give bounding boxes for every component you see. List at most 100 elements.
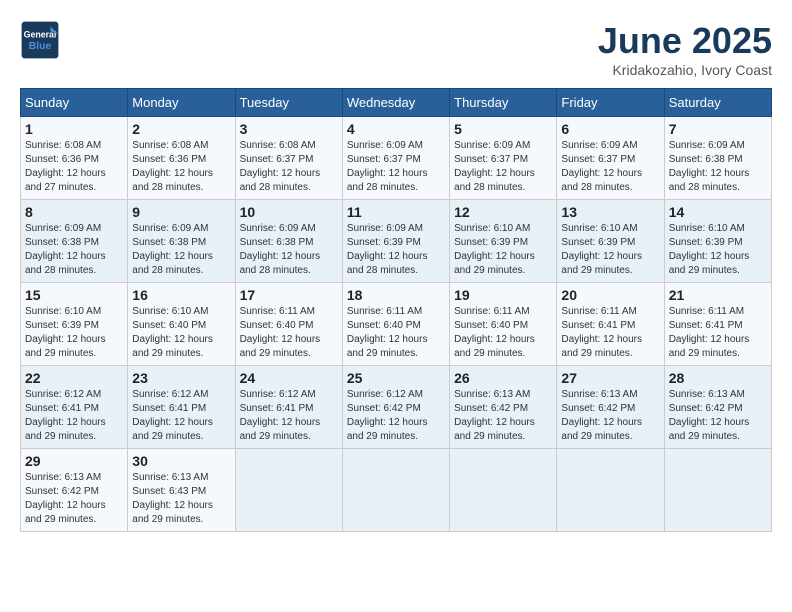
- column-header-friday: Friday: [557, 89, 664, 117]
- day-detail: Sunrise: 6:11 AM Sunset: 6:40 PM Dayligh…: [454, 305, 552, 361]
- day-number: 15: [25, 287, 123, 303]
- column-header-sunday: Sunday: [21, 89, 128, 117]
- day-number: 22: [25, 370, 123, 386]
- calendar-cell: 21 Sunrise: 6:11 AM Sunset: 6:41 PM Dayl…: [664, 283, 771, 366]
- calendar-cell: 10 Sunrise: 6:09 AM Sunset: 6:38 PM Dayl…: [235, 200, 342, 283]
- title-area: June 2025 Kridakozahio, Ivory Coast: [598, 20, 772, 78]
- calendar-cell: 8 Sunrise: 6:09 AM Sunset: 6:38 PM Dayli…: [21, 200, 128, 283]
- calendar-cell: 5 Sunrise: 6:09 AM Sunset: 6:37 PM Dayli…: [450, 117, 557, 200]
- day-detail: Sunrise: 6:08 AM Sunset: 6:36 PM Dayligh…: [25, 139, 123, 195]
- day-number: 13: [561, 204, 659, 220]
- day-number: 11: [347, 204, 445, 220]
- day-detail: Sunrise: 6:10 AM Sunset: 6:39 PM Dayligh…: [669, 222, 767, 278]
- calendar-week-2: 8 Sunrise: 6:09 AM Sunset: 6:38 PM Dayli…: [21, 200, 772, 283]
- calendar-cell: 30 Sunrise: 6:13 AM Sunset: 6:43 PM Dayl…: [128, 449, 235, 532]
- day-number: 12: [454, 204, 552, 220]
- day-detail: Sunrise: 6:09 AM Sunset: 6:38 PM Dayligh…: [669, 139, 767, 195]
- day-detail: Sunrise: 6:11 AM Sunset: 6:40 PM Dayligh…: [347, 305, 445, 361]
- header-row: SundayMondayTuesdayWednesdayThursdayFrid…: [21, 89, 772, 117]
- calendar-cell: [664, 449, 771, 532]
- day-number: 28: [669, 370, 767, 386]
- day-detail: Sunrise: 6:13 AM Sunset: 6:42 PM Dayligh…: [669, 388, 767, 444]
- day-detail: Sunrise: 6:09 AM Sunset: 6:38 PM Dayligh…: [240, 222, 338, 278]
- day-detail: Sunrise: 6:13 AM Sunset: 6:42 PM Dayligh…: [561, 388, 659, 444]
- header: General Blue June 2025 Kridakozahio, Ivo…: [20, 20, 772, 78]
- calendar-week-4: 22 Sunrise: 6:12 AM Sunset: 6:41 PM Dayl…: [21, 366, 772, 449]
- calendar-cell: 23 Sunrise: 6:12 AM Sunset: 6:41 PM Dayl…: [128, 366, 235, 449]
- day-detail: Sunrise: 6:12 AM Sunset: 6:41 PM Dayligh…: [25, 388, 123, 444]
- calendar-cell: 27 Sunrise: 6:13 AM Sunset: 6:42 PM Dayl…: [557, 366, 664, 449]
- day-number: 21: [669, 287, 767, 303]
- calendar-cell: [450, 449, 557, 532]
- column-header-wednesday: Wednesday: [342, 89, 449, 117]
- calendar-cell: 4 Sunrise: 6:09 AM Sunset: 6:37 PM Dayli…: [342, 117, 449, 200]
- day-detail: Sunrise: 6:13 AM Sunset: 6:42 PM Dayligh…: [25, 471, 123, 527]
- calendar-cell: 12 Sunrise: 6:10 AM Sunset: 6:39 PM Dayl…: [450, 200, 557, 283]
- calendar-cell: 6 Sunrise: 6:09 AM Sunset: 6:37 PM Dayli…: [557, 117, 664, 200]
- calendar-cell: 28 Sunrise: 6:13 AM Sunset: 6:42 PM Dayl…: [664, 366, 771, 449]
- calendar-cell: 13 Sunrise: 6:10 AM Sunset: 6:39 PM Dayl…: [557, 200, 664, 283]
- day-detail: Sunrise: 6:09 AM Sunset: 6:38 PM Dayligh…: [132, 222, 230, 278]
- calendar-cell: 18 Sunrise: 6:11 AM Sunset: 6:40 PM Dayl…: [342, 283, 449, 366]
- day-number: 19: [454, 287, 552, 303]
- day-detail: Sunrise: 6:12 AM Sunset: 6:41 PM Dayligh…: [132, 388, 230, 444]
- day-number: 9: [132, 204, 230, 220]
- day-detail: Sunrise: 6:09 AM Sunset: 6:37 PM Dayligh…: [561, 139, 659, 195]
- day-number: 20: [561, 287, 659, 303]
- day-number: 23: [132, 370, 230, 386]
- day-number: 10: [240, 204, 338, 220]
- day-number: 4: [347, 121, 445, 137]
- calendar-cell: 25 Sunrise: 6:12 AM Sunset: 6:42 PM Dayl…: [342, 366, 449, 449]
- column-header-thursday: Thursday: [450, 89, 557, 117]
- calendar-cell: 16 Sunrise: 6:10 AM Sunset: 6:40 PM Dayl…: [128, 283, 235, 366]
- calendar-cell: 14 Sunrise: 6:10 AM Sunset: 6:39 PM Dayl…: [664, 200, 771, 283]
- day-detail: Sunrise: 6:09 AM Sunset: 6:38 PM Dayligh…: [25, 222, 123, 278]
- day-number: 17: [240, 287, 338, 303]
- calendar-title: June 2025: [598, 20, 772, 62]
- day-number: 29: [25, 453, 123, 469]
- column-header-monday: Monday: [128, 89, 235, 117]
- day-detail: Sunrise: 6:11 AM Sunset: 6:40 PM Dayligh…: [240, 305, 338, 361]
- day-detail: Sunrise: 6:13 AM Sunset: 6:42 PM Dayligh…: [454, 388, 552, 444]
- day-number: 8: [25, 204, 123, 220]
- day-detail: Sunrise: 6:09 AM Sunset: 6:37 PM Dayligh…: [454, 139, 552, 195]
- calendar-cell: 29 Sunrise: 6:13 AM Sunset: 6:42 PM Dayl…: [21, 449, 128, 532]
- day-detail: Sunrise: 6:10 AM Sunset: 6:39 PM Dayligh…: [561, 222, 659, 278]
- logo: General Blue: [20, 20, 60, 60]
- calendar-cell: 3 Sunrise: 6:08 AM Sunset: 6:37 PM Dayli…: [235, 117, 342, 200]
- calendar-subtitle: Kridakozahio, Ivory Coast: [598, 62, 772, 78]
- day-detail: Sunrise: 6:10 AM Sunset: 6:40 PM Dayligh…: [132, 305, 230, 361]
- day-detail: Sunrise: 6:10 AM Sunset: 6:39 PM Dayligh…: [454, 222, 552, 278]
- svg-text:Blue: Blue: [29, 41, 52, 52]
- calendar-cell: 20 Sunrise: 6:11 AM Sunset: 6:41 PM Dayl…: [557, 283, 664, 366]
- column-header-tuesday: Tuesday: [235, 89, 342, 117]
- calendar-cell: 11 Sunrise: 6:09 AM Sunset: 6:39 PM Dayl…: [342, 200, 449, 283]
- calendar-table: SundayMondayTuesdayWednesdayThursdayFrid…: [20, 88, 772, 532]
- day-number: 1: [25, 121, 123, 137]
- day-number: 6: [561, 121, 659, 137]
- day-number: 14: [669, 204, 767, 220]
- calendar-cell: 7 Sunrise: 6:09 AM Sunset: 6:38 PM Dayli…: [664, 117, 771, 200]
- day-number: 16: [132, 287, 230, 303]
- day-number: 2: [132, 121, 230, 137]
- day-detail: Sunrise: 6:11 AM Sunset: 6:41 PM Dayligh…: [669, 305, 767, 361]
- calendar-cell: 24 Sunrise: 6:12 AM Sunset: 6:41 PM Dayl…: [235, 366, 342, 449]
- day-number: 18: [347, 287, 445, 303]
- day-number: 25: [347, 370, 445, 386]
- calendar-week-1: 1 Sunrise: 6:08 AM Sunset: 6:36 PM Dayli…: [21, 117, 772, 200]
- calendar-week-3: 15 Sunrise: 6:10 AM Sunset: 6:39 PM Dayl…: [21, 283, 772, 366]
- day-number: 3: [240, 121, 338, 137]
- day-detail: Sunrise: 6:10 AM Sunset: 6:39 PM Dayligh…: [25, 305, 123, 361]
- day-number: 30: [132, 453, 230, 469]
- calendar-cell: [557, 449, 664, 532]
- calendar-cell: 26 Sunrise: 6:13 AM Sunset: 6:42 PM Dayl…: [450, 366, 557, 449]
- calendar-cell: 19 Sunrise: 6:11 AM Sunset: 6:40 PM Dayl…: [450, 283, 557, 366]
- calendar-cell: [235, 449, 342, 532]
- day-detail: Sunrise: 6:09 AM Sunset: 6:37 PM Dayligh…: [347, 139, 445, 195]
- calendar-cell: 9 Sunrise: 6:09 AM Sunset: 6:38 PM Dayli…: [128, 200, 235, 283]
- day-detail: Sunrise: 6:12 AM Sunset: 6:42 PM Dayligh…: [347, 388, 445, 444]
- day-detail: Sunrise: 6:11 AM Sunset: 6:41 PM Dayligh…: [561, 305, 659, 361]
- day-number: 24: [240, 370, 338, 386]
- calendar-cell: 22 Sunrise: 6:12 AM Sunset: 6:41 PM Dayl…: [21, 366, 128, 449]
- day-detail: Sunrise: 6:12 AM Sunset: 6:41 PM Dayligh…: [240, 388, 338, 444]
